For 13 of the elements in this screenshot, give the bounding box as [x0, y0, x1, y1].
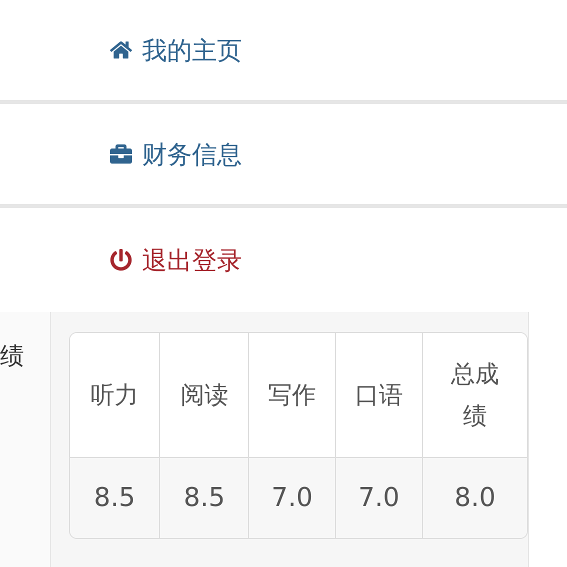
- menu-item[interactable]: 退出登录: [0, 208, 567, 312]
- menu-item[interactable]: 我的主页: [0, 0, 567, 104]
- column-header: 听力: [70, 333, 160, 458]
- column-header: 总成绩: [423, 333, 527, 458]
- column-header: 阅读: [160, 333, 250, 458]
- column-header: 写作: [249, 333, 336, 458]
- row-label: 绩: [0, 342, 24, 370]
- menu-item[interactable]: 财务信息: [0, 104, 567, 208]
- home-icon: [110, 39, 132, 61]
- score-cell: 8.5: [70, 458, 160, 538]
- briefcase-icon: [110, 143, 132, 165]
- column-header: 口语: [336, 333, 424, 458]
- power-icon: [110, 249, 132, 271]
